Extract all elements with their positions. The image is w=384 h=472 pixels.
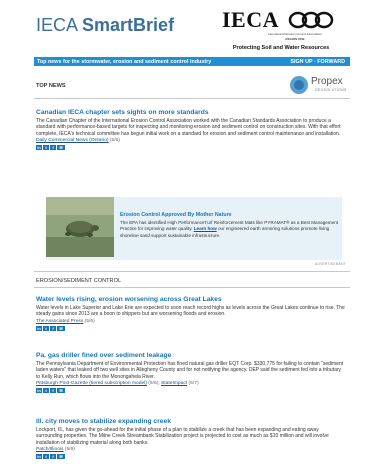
share-icons: in t f ✉ (36, 325, 346, 331)
ad-label: ADVERTISEMENT (315, 262, 346, 266)
article-source: Daily Commercial News (Ontario) (5/6) (36, 138, 346, 144)
brand-bold-text: SmartBrief (82, 15, 175, 35)
ad-body: The EPA has identified High PerformanceT… (120, 220, 340, 239)
logo-region-line2: REGION ONE (285, 37, 305, 41)
linkedin-icon[interactable]: in (36, 388, 42, 394)
article-body: The Canadian Chapter of the Internationa… (36, 118, 341, 137)
propex-circle-icon (290, 76, 308, 94)
signup-forward-links[interactable]: SIGN UP · FORWARD (290, 59, 345, 65)
article-source: Pittsburgh Post-Gazette (tiered subscrip… (36, 381, 199, 387)
facebook-icon[interactable]: f (50, 454, 56, 460)
source-date: (5/6) (148, 381, 159, 387)
propex-sponsor-logo[interactable]: Propex GEOSOLUTIONS (290, 74, 348, 96)
twitter-icon[interactable]: t (43, 454, 49, 460)
propex-subtitle: GEOSOLUTIONS (315, 88, 347, 92)
linkedin-icon[interactable]: in (36, 454, 42, 460)
bar-description: Top news for the stormwater, erosion and… (37, 58, 212, 65)
email-icon[interactable]: ✉ (57, 454, 65, 460)
logo-region-line1: International Erosion Control Associatio… (267, 32, 323, 36)
top-news-heading: TOP NEWS (36, 83, 66, 89)
facebook-icon[interactable]: f (50, 145, 56, 151)
article-title-link[interactable]: Water levels rising, erosion worsening a… (36, 296, 346, 304)
source-link-2[interactable]: StateImpact (161, 381, 187, 386)
divider (34, 287, 350, 288)
article-source: Patch/Illinois (5/6) (36, 447, 346, 453)
email-icon[interactable]: ✉ (57, 388, 65, 394)
facebook-icon[interactable]: f (50, 388, 56, 394)
turtle-photo[interactable] (46, 197, 114, 257)
email-icon[interactable]: ✉ (57, 145, 65, 151)
twitter-icon[interactable]: t (43, 145, 49, 151)
advertisement-box: Erosion Control Approved By Mother Natur… (46, 197, 342, 260)
source-date-2: (5/7) (188, 381, 199, 387)
linkedin-icon[interactable]: in (36, 145, 42, 151)
logo-tagline: Protecting Soil and Water Resources (232, 45, 330, 51)
newsletter-header: IECA SmartBrief IECA International Erosi… (34, 0, 350, 56)
article-body: Water levels in Lake Superior and Lake E… (36, 305, 345, 318)
share-icons: in t f ✉ (36, 388, 346, 394)
article-ill-creek: Ill. city moves to stabilize expanding c… (36, 418, 346, 460)
article-body: The Pennsylvania Department of Environme… (36, 361, 344, 380)
ad-title[interactable]: Erosion Control Approved By Mother Natur… (120, 212, 232, 218)
article-title-link[interactable]: Pa. gas driller fined over sediment leak… (36, 352, 346, 360)
divider (34, 98, 350, 99)
source-date: (5/6) (64, 447, 75, 453)
newsletter-page: IECA SmartBrief IECA International Erosi… (34, 0, 350, 472)
article-canadian-ieca: Canadian IECA chapter sets sights on mor… (36, 109, 346, 151)
ieca-logo-text: IECA (222, 7, 280, 32)
source-link[interactable]: Pittsburgh Post-Gazette (tiered subscrip… (36, 381, 147, 386)
section-heading: EROSION/SEDIMENT CONTROL (36, 278, 122, 284)
propex-name: Propex (311, 76, 343, 87)
article-source: The Associated Press (5/6) (36, 319, 346, 325)
source-date: (5/6) (84, 318, 95, 324)
brand-light-text: IECA (36, 15, 83, 35)
article-body: Lockport, Ill., has given the go-ahead f… (36, 427, 329, 446)
twitter-icon[interactable]: t (43, 325, 49, 331)
source-link[interactable]: Patch/Illinois (36, 447, 63, 452)
ieca-rings-icon (288, 11, 334, 29)
divider (34, 271, 350, 272)
top-news-bar: Top news for the stormwater, erosion and… (34, 57, 350, 66)
smartbrief-wordmark[interactable]: IECA SmartBrief (36, 15, 174, 36)
article-pa-gas-driller: Pa. gas driller fined over sediment leak… (36, 352, 346, 394)
article-title-link[interactable]: Canadian IECA chapter sets sights on mor… (36, 109, 346, 117)
source-date: (5/6) (109, 138, 120, 144)
article-title-link[interactable]: Ill. city moves to stabilize expanding c… (36, 418, 346, 426)
email-icon[interactable]: ✉ (57, 325, 65, 331)
share-icons: in t f ✉ (36, 145, 346, 151)
ad-learn-how-link[interactable]: Learn how (194, 226, 217, 231)
source-link[interactable]: Daily Commercial News (Ontario) (36, 138, 109, 143)
linkedin-icon[interactable]: in (36, 325, 42, 331)
ieca-logo[interactable]: IECA International Erosion Control Assoc… (214, 7, 348, 53)
share-icons: in t f ✉ (36, 454, 346, 460)
article-great-lakes: Water levels rising, erosion worsening a… (36, 296, 346, 331)
twitter-icon[interactable]: t (43, 388, 49, 394)
source-link[interactable]: The Associated Press (36, 319, 83, 324)
facebook-icon[interactable]: f (50, 325, 56, 331)
